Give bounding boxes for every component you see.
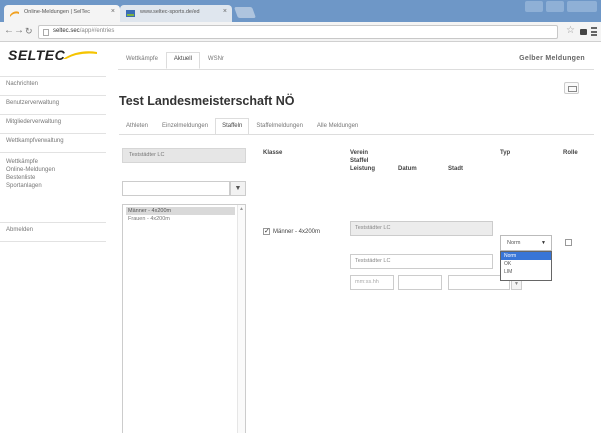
listbox-scrollbar[interactable]: ▲ ▼	[237, 205, 245, 433]
close-window-button[interactable]	[567, 1, 597, 12]
list-item[interactable]: Männer - 4x200m	[126, 207, 235, 215]
header-stadt: Stadt	[448, 166, 463, 172]
top-nav-wsnr[interactable]: WSNr	[200, 52, 232, 69]
logo-swoosh-icon	[63, 51, 97, 59]
sidebar-item-wettkampfverwaltung[interactable]: Wettkampfverwaltung	[0, 133, 106, 152]
top-nav-aktuell[interactable]: Aktuell	[165, 52, 200, 69]
sidebar: Nachrichten Benutzerverwaltung Mitgliede…	[0, 76, 106, 242]
list-item[interactable]: Frauen - 4x200m	[126, 215, 235, 223]
club-field: Teststädter LC	[122, 148, 246, 163]
sidebar-subitem-wettkaempfe[interactable]: Wettkämpfe	[6, 159, 106, 165]
page-title: Test Landesmeisterschaft NÖ	[119, 94, 295, 108]
header-rolle: Rolle	[563, 150, 578, 156]
header-datum: Datum	[398, 166, 417, 172]
sub-tabs: Athleten Einzelmeldungen Staffeln Staffe…	[119, 118, 365, 135]
typ-select[interactable]: Norm ▼	[500, 235, 552, 251]
url-path: /app#/entries	[79, 28, 115, 34]
sidebar-item-benutzerverwaltung[interactable]: Benutzerverwaltung	[0, 95, 106, 114]
reload-icon[interactable]: ↻	[25, 25, 33, 37]
datum-field[interactable]	[398, 275, 442, 290]
rolle-checkbox[interactable]	[565, 239, 572, 246]
relay-row-class: Männer - 4x200m	[263, 227, 321, 235]
sidebar-subitem-bestenliste[interactable]: Bestenliste	[6, 175, 106, 181]
window-controls	[525, 1, 597, 12]
print-button[interactable]	[564, 82, 579, 94]
url-host: seltec.sec	[53, 28, 80, 34]
staffel-name-field[interactable]: Teststädter LC	[350, 254, 493, 269]
top-nav: Wettkämpfe Aktuell WSNr	[118, 52, 232, 69]
typ-option-ok[interactable]: OK	[501, 260, 551, 268]
new-tab-button[interactable]	[233, 7, 257, 18]
minimize-button[interactable]	[525, 1, 543, 12]
tab-staffeln[interactable]: Staffeln	[215, 118, 250, 135]
app-page: SELTEC Wettkämpfe Aktuell WSNr Gelber Me…	[0, 42, 601, 433]
page-favicon-icon	[126, 10, 135, 17]
browser-tab-active[interactable]: Online-Meldungen | SelTec ×	[4, 5, 120, 22]
seltec-logo: SELTEC	[8, 47, 66, 63]
typ-option-lim[interactable]: LIM	[501, 268, 551, 276]
sidebar-subitem-sportanlagen[interactable]: Sportanlagen	[6, 183, 106, 189]
relay-checkbox[interactable]	[263, 227, 270, 235]
browser-tab-label: Online-Meldungen | SelTec	[24, 9, 90, 15]
address-bar: ← → ↻ seltec.sec/app#/entries ☆	[0, 22, 601, 42]
top-nav-wettkaempfe[interactable]: Wettkämpfe	[118, 52, 166, 69]
typ-dropdown-list: Norm OK LIM	[500, 251, 552, 281]
page-info-icon	[43, 29, 49, 36]
scroll-up-icon[interactable]: ▲	[239, 206, 244, 212]
relay-listbox[interactable]: Männer - 4x200m Frauen - 4x200m ▲ ▼	[122, 204, 246, 433]
header-klasse: Klasse	[263, 150, 283, 156]
browser-tab-inactive[interactable]: www.seltec-sports.de/ed ×	[120, 5, 232, 22]
top-nav-divider	[118, 69, 594, 70]
relay-class-label: Männer - 4x200m	[273, 228, 321, 235]
tab-athleten[interactable]: Athleten	[119, 118, 155, 135]
user-name[interactable]: Gelber Meldungen	[519, 55, 585, 62]
close-tab-icon[interactable]: ×	[223, 8, 227, 15]
filter-input[interactable]	[122, 181, 230, 196]
typ-selected-value: Norm	[507, 240, 521, 246]
sidebar-item-mitgliederverwaltung[interactable]: Mitgliederverwaltung	[0, 114, 106, 133]
forward-arrow-icon[interactable]: →	[14, 25, 24, 37]
header-typ: Typ	[500, 150, 511, 156]
chevron-down-icon: ▼	[541, 240, 546, 246]
seltec-favicon-icon	[10, 11, 19, 17]
header-leistung: Leistung	[350, 166, 375, 172]
back-arrow-icon[interactable]: ←	[4, 25, 14, 37]
sub-tabs-divider	[119, 134, 594, 135]
sidebar-item-nachrichten[interactable]: Nachrichten	[0, 76, 106, 95]
header-verein: Verein	[350, 150, 369, 156]
header-staffel: Staffel	[350, 158, 369, 164]
typ-option-norm[interactable]: Norm	[501, 252, 551, 260]
leistung-field[interactable]: mm:ss.hh	[350, 275, 394, 290]
browser-menu-icon[interactable]	[591, 27, 597, 36]
bookmark-star-icon[interactable]: ☆	[566, 25, 575, 36]
sidebar-item-abmelden[interactable]: Abmelden	[0, 222, 106, 242]
verein-field: Teststädter LC	[350, 221, 493, 236]
tab-alle-meldungen[interactable]: Alle Meldungen	[310, 118, 365, 135]
close-tab-icon[interactable]: ×	[111, 8, 115, 15]
url-input[interactable]: seltec.sec/app#/entries	[38, 25, 558, 39]
browser-tabstrip: Online-Meldungen | SelTec × www.seltec-s…	[0, 0, 601, 22]
filter-dropdown-button[interactable]: ▼	[230, 181, 246, 196]
browser-tab-label: www.seltec-sports.de/ed	[140, 9, 200, 15]
tab-einzelmeldungen[interactable]: Einzelmeldungen	[155, 118, 215, 135]
sidebar-subitem-online-meldungen[interactable]: Online-Meldungen	[6, 167, 106, 173]
tab-staffelmeldungen[interactable]: Staffelmeldungen	[249, 118, 310, 135]
sidebar-group: Wettkämpfe Online-Meldungen Bestenliste …	[0, 152, 106, 222]
maximize-button[interactable]	[546, 1, 564, 12]
extension-icon[interactable]	[580, 29, 587, 35]
